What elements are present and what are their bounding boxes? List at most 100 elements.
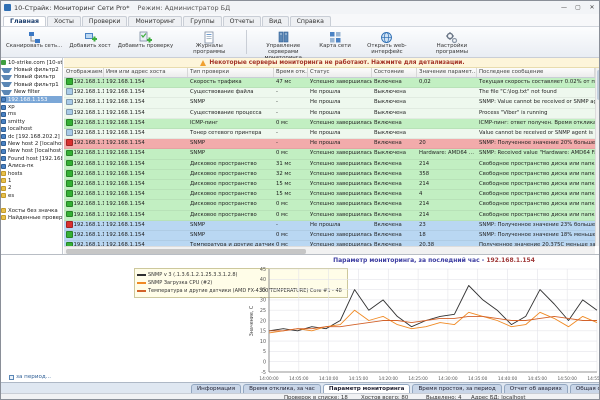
table-cell [417, 88, 477, 97]
menu-tab-вид[interactable]: Вид [262, 16, 289, 26]
period-selector[interactable]: за период... [9, 374, 51, 380]
host-icon [1, 112, 6, 117]
table-cell: Свободное пространство диска или папки "… [477, 170, 595, 179]
tree-item[interactable]: 10-strike.com [10-strike.com*] [1, 59, 62, 66]
bottom-tab[interactable]: Отчет об авариях [504, 384, 568, 393]
tree-item-label: smitty [8, 119, 25, 125]
toolbar-button-settings[interactable]: Настройки программы [420, 28, 484, 56]
monitoring-alert-banner[interactable]: Некоторые серверы мониторинга не работаю… [64, 58, 600, 68]
menu-tab-отчеты[interactable]: Отчеты [223, 16, 261, 26]
scrollbar-thumb[interactable] [66, 249, 306, 254]
warning-icon [200, 60, 206, 66]
host-tree: 10-strike.com [10-strike.com*]Новый филь… [1, 58, 63, 254]
table-row[interactable]: 192.168.1.154192.168.1.154Существование … [64, 88, 595, 98]
menu-tab-главная[interactable]: Главная [3, 16, 46, 26]
menu-tab-справка[interactable]: Справка [290, 16, 331, 26]
table-cell: Существование процесса [188, 109, 274, 118]
table-row[interactable]: 192.168.1.154192.168.1.154SNMP-Не прошла… [64, 221, 595, 231]
tree-item[interactable]: smitty [1, 118, 62, 125]
column-header[interactable]: Время отк... [274, 68, 308, 77]
tree-item[interactable]: 192.168.1.153 [1, 96, 62, 103]
table-row[interactable]: 192.168.1.154192.168.1.154Дисковое прост… [64, 190, 595, 200]
check-display-cell: 192.168.1.154 [64, 139, 104, 148]
tree-item[interactable]: New filter [1, 89, 62, 96]
toolbar-button-label: Сканировать сеть... [6, 43, 62, 49]
table-row[interactable]: 192.168.1.154192.168.1.154Дисковое прост… [64, 180, 595, 190]
tree-item[interactable]: Новый фильтр2 [1, 66, 62, 73]
toolbar-button-add-check[interactable]: Добавить проверку [115, 28, 176, 56]
bottom-tab[interactable]: Время простоя, за период [412, 384, 501, 393]
tree-item[interactable]: New host [localhost] [1, 148, 62, 155]
tree-item-label: New host 2 [localhost] [8, 141, 62, 147]
menu-tab-группы[interactable]: Группы [183, 16, 221, 26]
app-icon [4, 4, 11, 11]
tree-item[interactable]: Найденные проверки [1, 214, 62, 221]
table-row[interactable]: 192.168.1.154192.168.1.154Тонер сетевого… [64, 129, 595, 139]
table-row[interactable]: 192.168.1.154192.168.1.154Дисковое прост… [64, 211, 595, 221]
tree-item[interactable]: Новый фильтр [1, 74, 62, 81]
bottom-tab[interactable]: Время отклика, за час [243, 384, 321, 393]
minimize-button[interactable]: — [557, 2, 571, 13]
column-header[interactable]: Имя или адрес хоста [104, 68, 188, 77]
checks-table: 192.168.1.154192.168.1.154Скорость трафи… [64, 78, 595, 246]
table-row[interactable]: 192.168.1.154192.168.1.154Дисковое прост… [64, 200, 595, 210]
tree-item[interactable]: New host 2 [localhost] [1, 140, 62, 147]
tree-item[interactable]: Новый фильтр1 [1, 81, 62, 88]
table-vertical-scrollbar[interactable] [595, 68, 600, 246]
folder-icon [1, 178, 6, 183]
table-horizontal-scrollbar[interactable] [64, 246, 595, 254]
table-cell: Свободное пространство диска или папки "… [477, 200, 595, 209]
column-header[interactable]: Состояние [372, 68, 417, 77]
menu-tab-мониторинг[interactable]: Мониторинг [128, 16, 182, 26]
table-row[interactable]: 192.168.1.154192.168.1.154SNMP-Не прошла… [64, 98, 595, 108]
toolbar-button-logs[interactable]: ▾Журналы программы [177, 28, 241, 56]
tree-item[interactable]: ms [1, 111, 62, 118]
tree-item[interactable]: dc [192.168.202.2] [1, 133, 62, 140]
table-row[interactable]: 192.168.1.154192.168.1.154SNMP0 мсУспешн… [64, 231, 595, 241]
bottom-tab[interactable]: Параметр мониторинга [323, 384, 411, 393]
toolbar-button-servers[interactable]: Управление серверами мониторинга [251, 28, 315, 56]
table-cell: 32 мс [274, 170, 308, 179]
column-header[interactable]: Последнее сообщение [477, 68, 595, 77]
table-row[interactable]: 192.168.1.154192.168.1.154ICMP-пинг0 мсУ… [64, 119, 595, 129]
column-header[interactable]: Значение парамет... [417, 68, 477, 77]
column-header[interactable]: Статус [308, 68, 372, 77]
tree-item[interactable]: Found host [192.168.1.153] [1, 155, 62, 162]
app-window: 10-Страйк: Мониторинг Сети Pro* Режим: А… [0, 0, 600, 400]
column-header[interactable]: Отображаем... [64, 68, 104, 77]
tree-item-label: Хосты без значка [8, 208, 58, 214]
bottom-tab[interactable]: Информация [191, 384, 241, 393]
toolbar-button-globe[interactable]: Открыть web-интерфейс [355, 28, 419, 56]
close-button[interactable]: ✕ [585, 2, 599, 13]
table-row[interactable]: 192.168.1.154192.168.1.154Скорость трафи… [64, 78, 595, 88]
check-display-cell: 192.168.1.154 [64, 180, 104, 189]
table-cell: Выключена [372, 88, 417, 97]
toolbar-button-add-host[interactable]: Добавить хост [66, 28, 113, 56]
tree-item[interactable]: Алиса-пк [1, 162, 62, 169]
menu-tab-хосты[interactable]: Хосты [47, 16, 81, 26]
tree-item[interactable]: es [1, 192, 62, 199]
toolbar-button-network-scan[interactable]: Сканировать сеть... [3, 28, 65, 56]
tree-item[interactable]: hosts [1, 170, 62, 177]
tree-item[interactable]: 2 [1, 185, 62, 192]
check-status-led-icon [66, 109, 73, 116]
table-cell: Включена [372, 180, 417, 189]
maximize-button[interactable]: ▢ [571, 2, 585, 13]
toolbar-button-map[interactable]: Карта сети [316, 28, 354, 56]
bottom-tab[interactable]: Общая статистика [570, 384, 600, 393]
column-header[interactable]: Тип проверки [188, 68, 274, 77]
table-row[interactable]: 192.168.1.154192.168.1.154Дисковое прост… [64, 160, 595, 170]
tree-item[interactable]: 1 [1, 177, 62, 184]
folder-icon [1, 186, 6, 191]
tree-item[interactable]: Хосты без значка [1, 207, 62, 214]
tree-item-label: 2 [8, 185, 11, 191]
table-row[interactable]: 192.168.1.154192.168.1.154Существование … [64, 109, 595, 119]
tree-item[interactable]: xp [1, 103, 62, 110]
tree-item[interactable]: localhost [1, 126, 62, 133]
period-checkbox[interactable] [9, 375, 14, 380]
table-row[interactable]: 192.168.1.154192.168.1.154SNMP0 мсУспешн… [64, 149, 595, 159]
check-status-led-icon [66, 88, 73, 95]
menu-tab-проверки[interactable]: Проверки [82, 16, 128, 26]
table-row[interactable]: 192.168.1.154192.168.1.154Дисковое прост… [64, 170, 595, 180]
table-row[interactable]: 192.168.1.154192.168.1.154SNMP-Не прошла… [64, 139, 595, 149]
